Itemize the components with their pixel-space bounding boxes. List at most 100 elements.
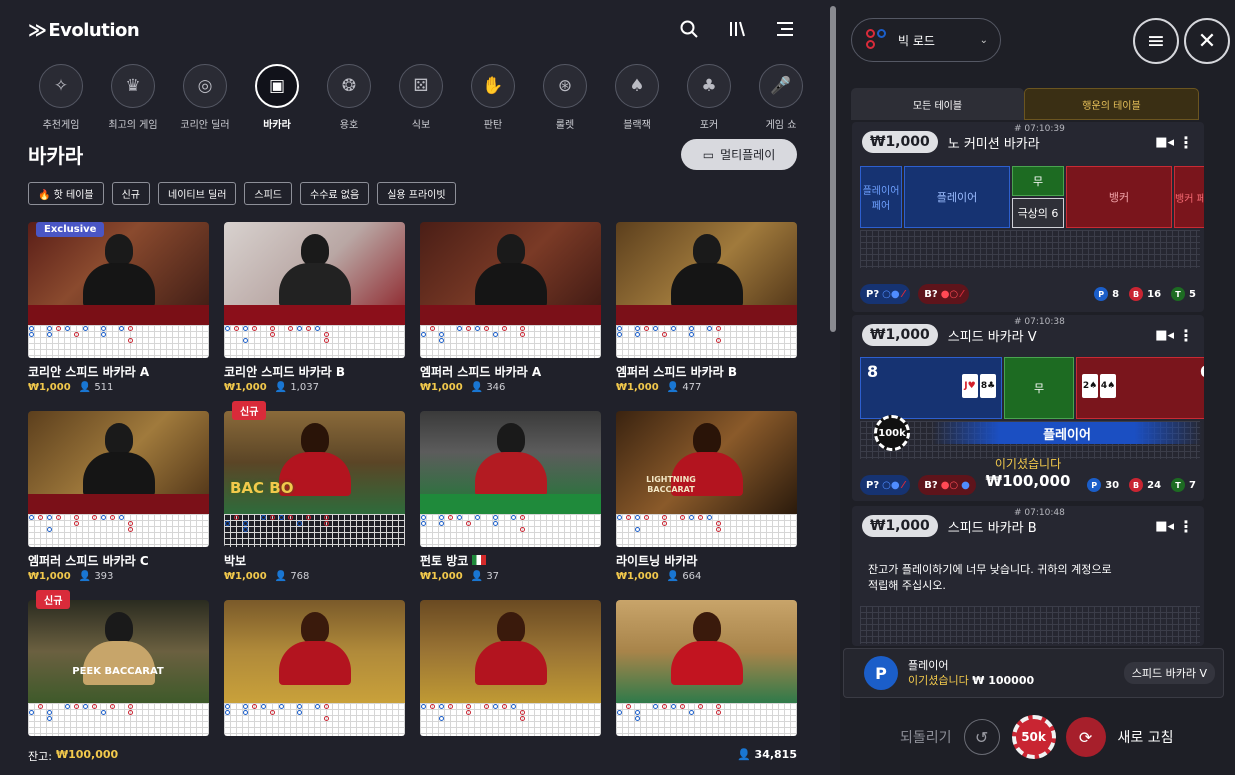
banker-area[interactable]: 뱅커 [1066,166,1172,228]
road-bead [716,326,721,331]
game-card[interactable]: 코리안 스피드 바카라 B ₩1,000 👤 1,037 [224,222,405,411]
category-dragon-tiger[interactable]: ❂ 용호 [316,64,382,131]
road-bead [439,332,444,337]
filter-private[interactable]: 실용 프라이빗 [377,182,456,205]
road-selector[interactable]: 빅 로드 ⌄ [851,18,1001,62]
tie-count-stat: T7 [1171,478,1196,492]
more-icon[interactable]: ⋮ [1178,517,1194,536]
exclusive-badge: Exclusive [36,222,105,237]
category-sic-bo[interactable]: ⚄ 식보 [388,64,454,131]
filter-speed[interactable]: 스피드 [244,182,293,205]
game-card[interactable]: 엠퍼러 스피드 바카라 B ₩1,000 👤 477 [616,222,797,411]
road-bead [421,515,426,520]
category-korean-dealer[interactable]: ◎ 코리안 딜러 [172,64,238,131]
chip-icon: ◎ [183,64,227,108]
player-area[interactable]: 플레이어 [904,166,1010,228]
road-bead [56,326,61,331]
road-bead [324,704,329,709]
road-bead [520,326,525,331]
refresh-button[interactable]: ⟳ [1065,717,1106,757]
banker-ask-button[interactable]: B? ●○ ● [918,475,976,495]
filter-hot[interactable]: 🔥 핫 테이블 [28,182,104,205]
road-bead [119,326,124,331]
undo-button[interactable]: ↺ [963,719,1000,755]
lobby-scrollbar[interactable] [830,6,836,332]
category-game-show[interactable]: 🎤 게임 쇼 [748,64,814,131]
game-card[interactable] [224,600,405,775]
camera-icon[interactable]: ■◂ [1155,135,1174,150]
game-card[interactable]: 엠퍼러 스피드 바카라 C ₩1,000 👤 393 [28,411,209,600]
road-bead [234,326,239,331]
tie-count-stat: T5 [1171,287,1196,301]
road-bead [47,716,52,721]
game-thumbnail [616,222,797,325]
search-icon[interactable] [678,18,700,40]
road-bead [502,704,507,709]
tab-all-tables[interactable]: 모든 테이블 [851,88,1024,120]
game-name: 라이트닝 바카라 [616,553,698,568]
category-fan-tan[interactable]: ✋ 판탄 [460,64,526,131]
multiplay-button[interactable]: ▭ 멀티플레이 [681,139,797,170]
road-bead [279,515,284,520]
game-card[interactable]: 펀토 방코 ₩1,000 👤 37 [420,411,601,600]
filter-no-commission[interactable]: 수수료 없음 [300,182,370,205]
game-card[interactable]: 신규 BAC BO 박보 ₩1,000 👤 768 [224,401,405,600]
road-bead [689,710,694,715]
microphone-icon: 🎤 [759,64,803,108]
table-name: 스피드 바카라 B [947,520,1037,536]
road-bead [225,710,230,715]
super-six-area[interactable]: 극상의 6 [1012,198,1064,228]
road-bead [689,332,694,337]
category-roulette[interactable]: ⊛ 룰렛 [532,64,598,131]
player-pair-area[interactable]: 플레이어 페어 [860,166,902,228]
road-bead [421,521,426,526]
player-ask-button[interactable]: P? ○● ⁄ [860,284,911,304]
player-area[interactable]: 8 J♥ 8♣ [860,357,1002,419]
win-notification[interactable]: P 플레이어 이기셨습니다 ₩ 100000 스피드 바카라 V [843,648,1224,698]
game-name: 박보 [224,553,247,568]
player-ask-button[interactable]: P? ○● ⁄ [860,475,911,495]
category-top-games[interactable]: ♛ 최고의 게임 [100,64,166,131]
filter-bar: 🔥 핫 테이블 신규 네이티브 딜러 스피드 수수료 없음 실용 프라이빗 [28,182,456,205]
road-bead [243,521,248,526]
table-card[interactable]: ₩1,000 스피드 바카라 B # 07:10:48 ■◂ ⋮ 잔고가 플레이… [852,506,1204,646]
more-icon[interactable]: ⋮ [1178,133,1194,152]
banker-pair-area[interactable]: 뱅커 페어 [1174,166,1204,228]
game-thumbnail [224,600,405,703]
banker-area[interactable]: 2♠4♠ 6 [1076,357,1204,419]
close-button[interactable]: ✕ [1184,18,1230,64]
menu-icon[interactable] [774,18,796,40]
notification-amount: ₩ 100000 [972,674,1035,687]
menu-button[interactable]: ≡ [1133,18,1179,64]
filter-native-dealer[interactable]: 네이티브 딜러 [158,182,237,205]
multiplay-icon: ▭ [702,147,715,162]
banker-ask-button[interactable]: B? ●○ ⁄ [918,284,969,304]
road-bead [83,704,88,709]
game-card[interactable] [420,600,601,775]
camera-icon[interactable]: ■◂ [1155,519,1174,534]
game-card[interactable]: 엠퍼러 스피드 바카라 A ₩1,000 👤 346 [420,222,601,411]
banker-card: 2♠ [1082,374,1098,398]
camera-icon[interactable]: ■◂ [1155,328,1174,343]
table-card[interactable]: ₩1,000 스피드 바카라 V # 07:10:38 ■◂ ⋮ 8 J♥ 8♣ … [852,315,1204,501]
road-bead [653,704,658,709]
category-blackjack[interactable]: ♠ 블랙잭 [604,64,670,131]
tab-lucky-tables[interactable]: 행운의 테이블 [1024,88,1199,120]
game-card[interactable]: Exclusive 코리안 스피드 바카라 A ₩1,000 👤 511 [28,222,209,411]
more-icon[interactable]: ⋮ [1178,326,1194,345]
road-bead [466,710,471,715]
evolution-logo[interactable]: ≫ Evolution [28,20,140,41]
category-poker[interactable]: ♣ 포커 [676,64,742,131]
road-bead [716,521,721,526]
filter-new[interactable]: 신규 [111,182,151,205]
chip-selector[interactable]: 50k [1011,715,1056,759]
game-card[interactable]: LIGHTNING BACCARAT 라이트닝 바카라 ₩1,000 👤 664 [616,411,797,600]
category-baccarat[interactable]: ▣ 바카라 [244,64,310,131]
tie-area[interactable]: 무 [1012,166,1064,196]
library-icon[interactable] [726,18,748,40]
road-bead [466,326,471,331]
table-card[interactable]: ₩1,000 노 커미션 바카라 # 07:10:39 ■◂ ⋮ 플레이어 페어… [852,122,1204,312]
tie-area[interactable]: 무 [1004,357,1074,419]
road-bead [243,338,248,343]
category-recommended[interactable]: ✧ 추천게임 [28,64,94,131]
